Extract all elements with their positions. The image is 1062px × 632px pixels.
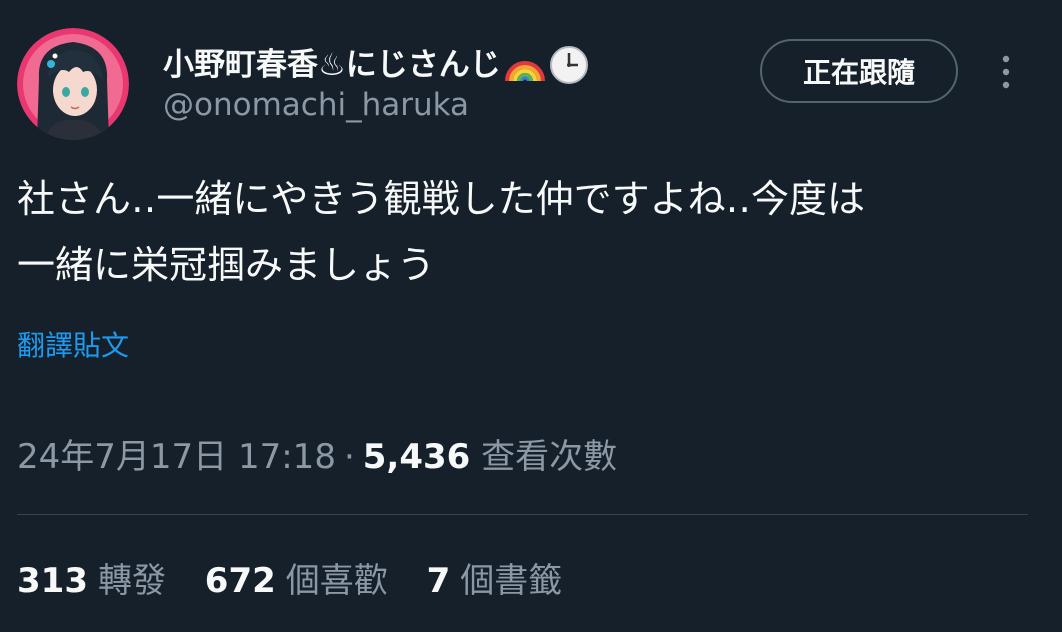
views-label: 查看次數	[481, 437, 618, 477]
bookmarks-count: 7	[426, 561, 451, 601]
following-button[interactable]: 正在跟隨	[760, 39, 958, 103]
clock-emoji-icon	[549, 45, 589, 85]
display-name-text: 小野町春香♨にじさんじ	[163, 47, 501, 83]
meta-separator: ·	[343, 437, 355, 477]
likes-count: 672	[204, 561, 276, 601]
avatar[interactable]	[17, 28, 129, 140]
engagement-stats: 313 轉發 672 個喜歡 7 個書籤	[17, 556, 590, 606]
more-vertical-icon[interactable]	[988, 50, 1024, 94]
likes-label: 個喜歡	[285, 561, 388, 601]
retweets-stat[interactable]: 313 轉發	[17, 556, 166, 606]
likes-stat[interactable]: 672 個喜歡	[205, 556, 388, 606]
tweet-card: 小野町春香♨にじさんじ @onomachi_haruka 正在跟隨 社さん‥一緒…	[0, 0, 1062, 632]
tweet-text: 社さん‥一緒にやきう観戦した仲ですよね‥今度は 一緒に栄冠掴みましょう	[17, 166, 1047, 298]
tweet-meta: 24年7月17日 17:18 · 5,436 查看次數	[17, 432, 617, 482]
bookmarks-stat[interactable]: 7 個書籤	[427, 556, 563, 606]
bookmarks-label: 個書籤	[460, 561, 563, 601]
rainbow-emoji-icon	[503, 45, 547, 85]
author-handle[interactable]: @onomachi_haruka	[163, 84, 469, 126]
tweet-text-line: 社さん‥一緒にやきう観戦した仲ですよね‥今度は	[17, 177, 865, 221]
tweet-text-line: 一緒に栄冠掴みましょう	[17, 243, 436, 287]
timestamp-link[interactable]: 24年7月17日 17:18	[17, 437, 336, 477]
translate-post-link[interactable]: 翻譯貼文	[17, 326, 129, 366]
author-display-name[interactable]: 小野町春香♨にじさんじ	[163, 40, 589, 90]
views-count: 5,436	[362, 437, 471, 477]
avatar-image	[17, 28, 129, 140]
retweets-count: 313	[17, 561, 88, 601]
retweets-label: 轉發	[97, 561, 166, 601]
divider	[17, 514, 1028, 515]
